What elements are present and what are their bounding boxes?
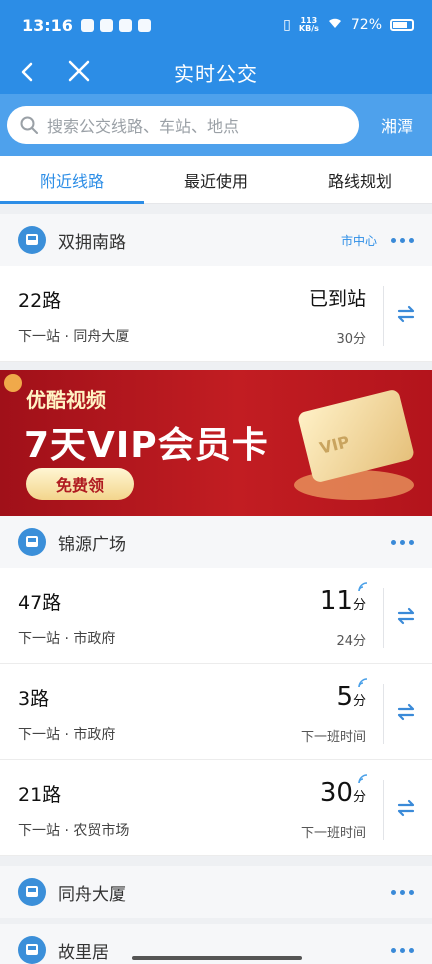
tab-bar: 附近线路 最近使用 路线规划	[0, 156, 432, 204]
arrival-sub: 下一班时间	[300, 730, 366, 745]
route-row[interactable]: 47路 下一站 · 市政府 11分 24分	[0, 568, 432, 664]
search-bar: 搜索公交线路、车站、地点 湘潭	[0, 94, 432, 156]
status-bar: 13:16 ▯ 113 KB/s 72%	[0, 0, 432, 50]
swap-direction-icon[interactable]	[394, 700, 418, 724]
route-name: 47路	[18, 592, 62, 614]
arrival-sub: 24分	[336, 634, 366, 649]
battery-icon	[390, 19, 414, 31]
wifi-icon	[327, 17, 343, 33]
station-name: 锦源广场	[58, 534, 126, 555]
page-title: 实时公交	[174, 61, 258, 86]
tab-route-plan[interactable]: 路线规划	[288, 156, 432, 203]
app-notification-icon	[99, 18, 113, 32]
back-arrow-icon[interactable]	[16, 60, 40, 84]
swap-direction-icon[interactable]	[394, 796, 418, 820]
route-name: 3路	[18, 688, 50, 710]
bus-stop-icon	[18, 936, 46, 964]
active-tab-indicator	[0, 201, 144, 204]
vibrate-icon: ▯	[283, 17, 291, 33]
next-stop: 下一站 · 市政府	[18, 727, 116, 743]
crown-icon	[80, 18, 94, 32]
station-name: 故里居	[58, 942, 109, 963]
battery-percent: 72%	[350, 17, 382, 33]
station-tag: 市中心	[340, 233, 377, 248]
next-stop: 下一站 · 同舟大厦	[18, 329, 130, 345]
promo-banner[interactable]: 优酷视频 7天VIP会员卡 免费领 VIP	[0, 370, 432, 516]
banner-headline: 7天VIP会员卡	[24, 425, 269, 466]
route-row[interactable]: 22路 下一站 · 同舟大厦 已到站 30分	[0, 266, 432, 362]
more-icon[interactable]	[391, 947, 414, 953]
search-icon	[20, 116, 38, 134]
station-header[interactable]: 双拥南路 市中心	[0, 214, 432, 266]
next-stop: 下一站 · 市政府	[18, 631, 116, 647]
close-icon[interactable]	[66, 58, 92, 84]
station-header[interactable]: 锦源广场	[0, 516, 432, 568]
coin-icon	[4, 374, 22, 392]
vip-card-image: VIP	[296, 388, 416, 484]
top-area: 13:16 ▯ 113 KB/s 72% 实时公交 搜索公交线路、车站、地点 湘…	[0, 0, 432, 156]
mail-icon	[118, 18, 132, 32]
status-time: 13:16	[22, 15, 73, 35]
banner-claim-button[interactable]: 免费领	[26, 468, 134, 500]
arrival-sub: 30分	[336, 332, 366, 347]
route-row[interactable]: 3路 下一站 · 市政府 5分 下一班时间	[0, 664, 432, 760]
route-row[interactable]: 21路 下一站 · 农贸市场 30分 下一班时间	[0, 760, 432, 856]
search-placeholder: 搜索公交线路、车站、地点	[47, 117, 240, 136]
tab-nearby[interactable]: 附近线路	[0, 156, 144, 203]
banner-brand: 优酷视频	[26, 388, 106, 412]
search-input[interactable]: 搜索公交线路、车站、地点	[7, 106, 359, 144]
net-speed: 113 KB/s	[298, 16, 319, 33]
station-name: 同舟大厦	[58, 884, 126, 905]
arrival-eta: 5分	[336, 682, 366, 712]
city-selector[interactable]: 湘潭	[381, 113, 413, 137]
arrival-sub: 下一班时间	[300, 826, 366, 841]
bus-stop-icon	[18, 226, 46, 254]
app-bar: 实时公交	[0, 50, 432, 94]
arrival-eta: 30分	[319, 778, 366, 808]
home-indicator[interactable]	[132, 956, 302, 960]
station-header[interactable]: 同舟大厦	[0, 866, 432, 918]
bus-stop-icon	[18, 528, 46, 556]
bus-stop-icon	[18, 878, 46, 906]
more-icon[interactable]	[391, 539, 414, 545]
notification-icons	[80, 18, 151, 32]
arrival-eta: 11分	[319, 586, 366, 616]
swap-direction-icon[interactable]	[394, 604, 418, 628]
next-stop: 下一站 · 农贸市场	[18, 823, 130, 839]
more-icon[interactable]	[391, 889, 414, 895]
route-name: 22路	[18, 290, 62, 312]
more-icon[interactable]	[391, 237, 414, 243]
tab-recent[interactable]: 最近使用	[144, 156, 288, 203]
play-store-icon	[137, 18, 151, 32]
arrival-status: 已到站	[308, 288, 366, 310]
route-name: 21路	[18, 784, 62, 806]
swap-direction-icon[interactable]	[394, 302, 418, 326]
station-name: 双拥南路	[58, 232, 126, 253]
